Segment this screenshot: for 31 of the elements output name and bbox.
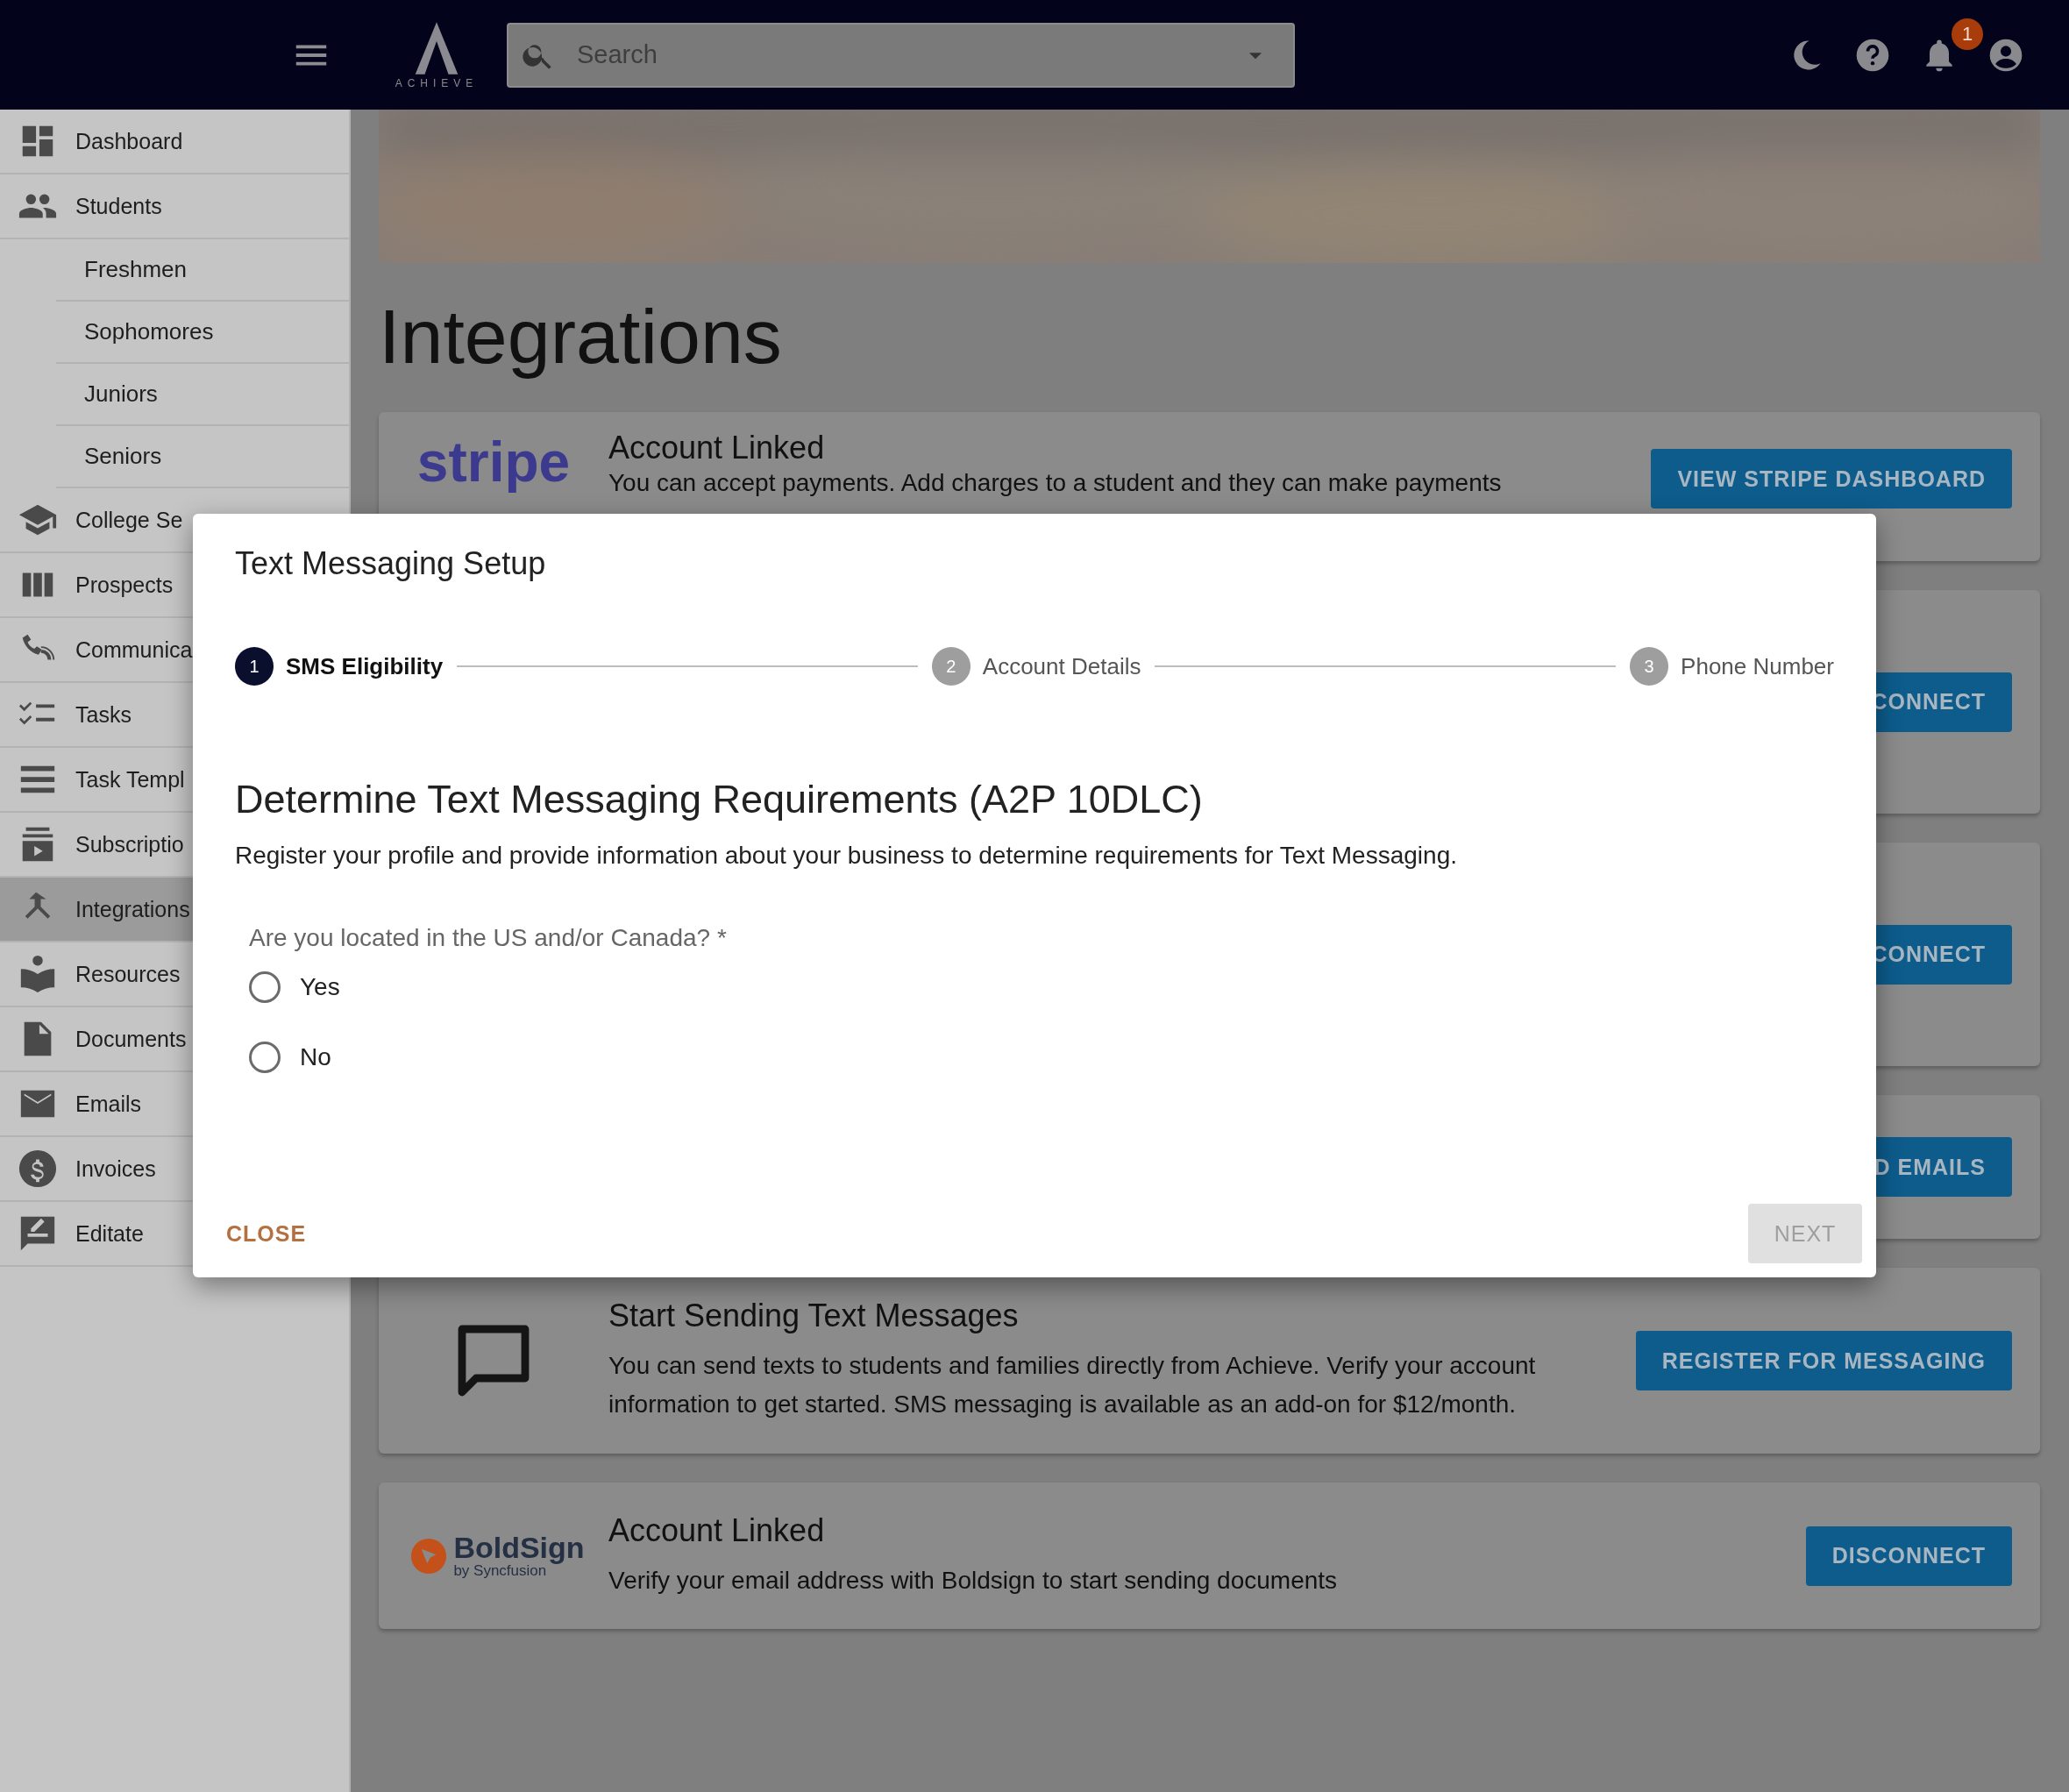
sidebar-subitem[interactable]: Seniors [56,426,349,488]
step-number: 2 [931,647,971,686]
boldsign-logo-subtext: by Syncfusion [453,1561,547,1580]
step-label: Account Details [982,652,1141,680]
sidebar-subitem[interactable]: Sophomores [56,302,349,364]
radio-button[interactable] [249,971,281,1003]
card-title: Account Linked [608,1511,826,1549]
radio-label: Yes [300,973,340,1001]
dollar-icon [18,1148,58,1189]
sidebar-item[interactable]: Dashboard [0,110,349,174]
step-label: Phone Number [1681,652,1834,680]
logo-icon [413,20,460,75]
card-description: Verify your email address with Boldsign to start sending documents [608,1565,1339,1596]
boldsign-logo-text: BoldSign [453,1532,585,1562]
page-title: Integrations [379,298,783,381]
sidebar-subitem[interactable]: Juniors [56,364,349,426]
stripe-logo: stripe [416,430,571,494]
step-number: 3 [1630,647,1669,686]
notification-badge: 1 [1952,18,1983,50]
card-title: Account Linked [608,430,826,466]
card-title: Start Sending Text Messages [608,1298,1020,1334]
card-description: You can accept payments. Add charges to a student and they can make payments [608,468,1503,498]
radio-button[interactable] [249,1042,281,1073]
step-number: 1 [235,647,274,686]
sidebar-item[interactable]: Students [0,174,349,239]
logo-text: ACHIEVE [395,76,479,89]
radio-label: No [300,1043,331,1071]
card-description: You can send texts to students and families directly from Achieve. Verify your account information to get started. SMS messaging is available as an add-on for $12/month. [608,1351,1537,1419]
close-button[interactable]: CLOSE [216,1205,317,1262]
boldsign-mark-icon [411,1538,447,1574]
sidebar-subitem[interactable]: Freshmen [56,239,349,302]
